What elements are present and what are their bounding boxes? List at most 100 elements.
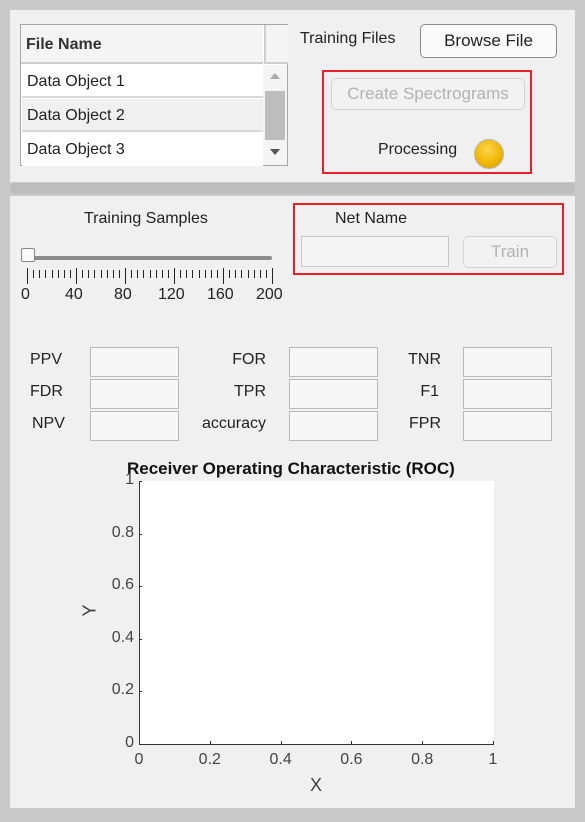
scroll-up-icon[interactable]	[270, 73, 280, 79]
x-tick-label: 0.6	[340, 751, 363, 768]
slider-tick	[216, 270, 218, 278]
table-row[interactable]: Data Object 2	[22, 99, 263, 132]
create-spectrograms-button[interactable]: Create Spectrograms	[331, 78, 525, 110]
y-tick-mark	[139, 691, 142, 693]
for-label: FOR	[232, 351, 266, 368]
fpr-field[interactable]	[463, 411, 552, 441]
y-tick-label: 1	[125, 471, 134, 488]
y-axis-label: Y	[79, 604, 100, 617]
table-row[interactable]: Data Object 3	[22, 133, 263, 166]
y-tick-mark	[139, 744, 142, 745]
y-tick-label: 0.4	[111, 628, 134, 646]
slider-tick	[33, 270, 35, 278]
table-header[interactable]: File Name	[21, 25, 263, 64]
accuracy-field[interactable]	[289, 411, 378, 441]
slider-tick	[241, 270, 243, 278]
table-row[interactable]: Data Object 1	[22, 65, 263, 98]
x-tick-label: 0.8	[411, 751, 434, 768]
x-tick-mark	[351, 741, 353, 744]
slider-tick	[180, 270, 182, 278]
y-tick-mark	[139, 533, 142, 535]
slider-tick	[39, 270, 41, 278]
slider-tick	[265, 270, 267, 278]
accuracy-label: accuracy	[201, 415, 266, 432]
slider-tick	[100, 270, 102, 278]
slider-tick	[137, 270, 139, 278]
slider-tick	[149, 270, 151, 278]
x-tick-label: 0.4	[269, 751, 292, 768]
ppv-label: PPV	[30, 351, 63, 368]
x-tick-mark	[493, 741, 494, 744]
slider-tick	[82, 270, 84, 278]
for-field[interactable]	[289, 347, 378, 377]
x-tick-mark	[209, 741, 211, 744]
slider-tick	[174, 268, 175, 284]
slider-tick	[192, 270, 194, 278]
train-button[interactable]: Train	[463, 236, 557, 268]
slider-tick	[143, 270, 145, 278]
slider-tick	[118, 270, 120, 278]
training-samples-label: Training Samples	[84, 210, 208, 227]
slider-tick	[247, 270, 249, 278]
slider-tick	[161, 270, 163, 278]
y-tick-label: 0.2	[111, 681, 134, 699]
y-tick-label: 0.6	[111, 576, 134, 594]
x-tick-label: 1	[488, 751, 498, 768]
ppv-field[interactable]	[90, 347, 179, 377]
tnr-label: TNR	[408, 351, 441, 368]
slider-tick	[204, 270, 206, 278]
slider-tick	[229, 270, 231, 278]
fdr-field[interactable]	[90, 379, 179, 409]
slider-tick	[155, 270, 157, 278]
slider-tick	[125, 268, 126, 284]
browse-file-button[interactable]: Browse File	[420, 24, 557, 58]
tnr-field[interactable]	[463, 347, 552, 377]
slider-tick-label: 0	[21, 286, 30, 303]
slider-tick	[198, 270, 200, 278]
x-tick-mark	[422, 741, 424, 744]
slider-tick	[223, 268, 224, 284]
scroll-thumb[interactable]	[265, 91, 285, 140]
slider-tick	[94, 270, 96, 278]
training-files-label: Training Files	[300, 30, 396, 47]
slider-tick	[112, 270, 114, 278]
slider-tick	[210, 270, 212, 278]
file-table[interactable]: File Name Data Object 1 Data Object 2 Da…	[20, 24, 288, 166]
fdr-label: FDR	[30, 383, 63, 400]
slider-thumb[interactable]	[21, 248, 35, 262]
slider-tick	[51, 270, 53, 278]
panel-divider[interactable]	[10, 183, 575, 194]
training-samples-slider[interactable]	[27, 256, 272, 260]
net-name-label: Net Name	[335, 210, 408, 227]
f1-field[interactable]	[463, 379, 552, 409]
net-name-input[interactable]	[301, 236, 449, 267]
slider-tick	[76, 268, 77, 284]
slider-tick	[272, 268, 273, 284]
slider-tick	[27, 268, 28, 284]
npv-label: NPV	[32, 415, 65, 432]
slider-tick	[186, 270, 188, 278]
slider-tick-label: 200	[256, 286, 283, 303]
x-axis-label: X	[310, 775, 323, 795]
slider-tick	[167, 270, 169, 278]
npv-field[interactable]	[90, 411, 179, 441]
slider-tick	[106, 270, 108, 278]
tpr-field[interactable]	[289, 379, 378, 409]
x-tick-label: 0	[134, 751, 144, 768]
slider-tick	[253, 270, 255, 278]
f1-label: F1	[420, 383, 439, 400]
slider-tick	[45, 270, 47, 278]
x-tick-label: 0.2	[198, 751, 221, 768]
tpr-label: TPR	[234, 383, 266, 400]
x-tick-mark	[280, 741, 282, 744]
y-tick-label: 0	[125, 734, 134, 751]
slider-tick-label: 80	[114, 286, 132, 303]
scrollbar[interactable]	[263, 65, 287, 165]
slider-tick	[69, 270, 71, 278]
slider-tick	[235, 270, 237, 278]
roc-axes[interactable]	[139, 481, 494, 745]
scroll-down-icon[interactable]	[270, 149, 280, 155]
fpr-label: FPR	[409, 415, 441, 432]
slider-tick-label: 160	[207, 286, 234, 303]
slider-tick	[63, 270, 65, 278]
